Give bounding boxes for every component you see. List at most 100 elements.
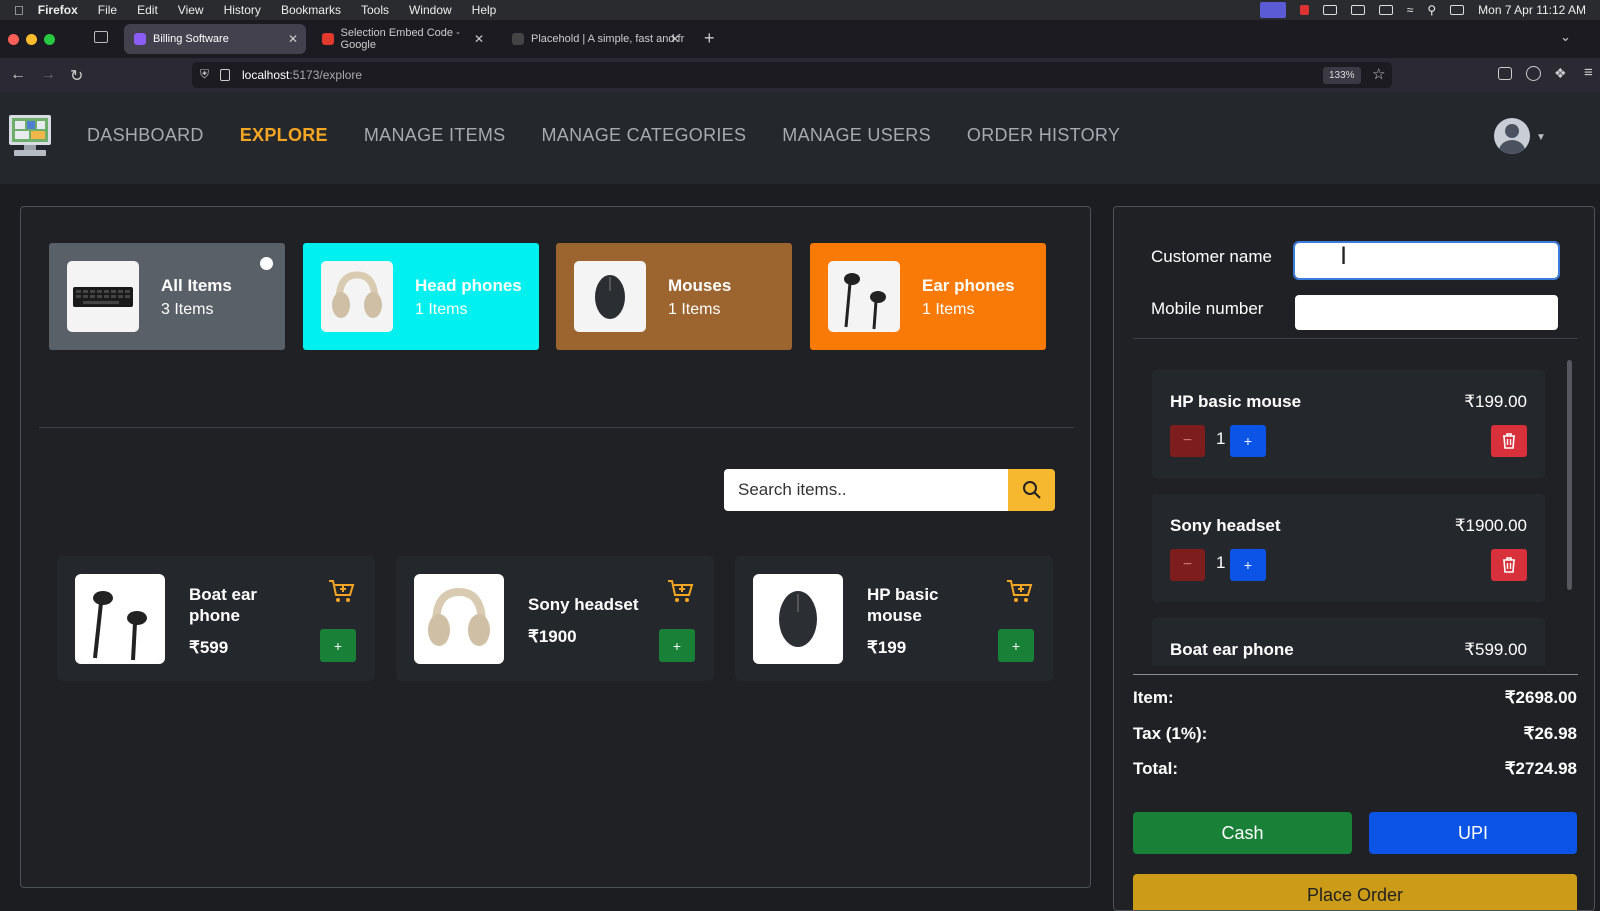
search-input[interactable] <box>724 469 1008 511</box>
browser-tab-placehold[interactable]: Placehold | A simple, fast and fr ✕ <box>502 24 688 54</box>
billing-logo-icon[interactable] <box>8 113 52 157</box>
nav-manage-items[interactable]: MANAGE ITEMS <box>364 125 506 146</box>
record-icon[interactable] <box>1299 5 1309 15</box>
add-item-button[interactable]: + <box>659 629 695 662</box>
forward-icon[interactable]: → <box>40 66 56 84</box>
nav-dashboard[interactable]: DASHBOARD <box>87 125 204 146</box>
menu-file[interactable]: File <box>98 3 117 17</box>
spotlight-icon[interactable]: ⚲ <box>1427 3 1436 17</box>
extensions-icon[interactable]: ❖ <box>1554 65 1567 82</box>
mobile-number-input[interactable] <box>1295 295 1558 330</box>
category-count: 1 Items <box>668 301 721 318</box>
notion-icon[interactable] <box>1350 5 1365 15</box>
increase-qty-button[interactable]: + <box>1230 425 1266 457</box>
place-order-button[interactable]: Place Order <box>1133 874 1577 910</box>
category-card-ear-phones[interactable]: Ear phones 1 Items <box>810 243 1046 350</box>
menu-history[interactable]: History <box>224 3 261 17</box>
menu-bookmarks[interactable]: Bookmarks <box>281 3 341 17</box>
add-to-cart-icon[interactable] <box>1005 578 1033 604</box>
category-card-mouses[interactable]: Mouses 1 Items <box>556 243 792 350</box>
add-to-cart-icon[interactable] <box>666 578 694 604</box>
cash-button[interactable]: Cash <box>1133 812 1352 854</box>
category-count: 1 Items <box>922 301 975 318</box>
zoom-level[interactable]: 133% <box>1323 67 1361 84</box>
browser-tab-billing[interactable]: Billing Software ✕ <box>124 24 306 54</box>
menu-help[interactable]: Help <box>472 3 497 17</box>
cart-items-list[interactable]: HP basic mouse ₹199.00 − 1 + Sony headse… <box>1114 350 1594 666</box>
avatar-dropdown-icon[interactable]: ▼ <box>1536 132 1546 143</box>
nav-manage-users[interactable]: MANAGE USERS <box>782 125 931 146</box>
tab-overview-icon[interactable] <box>94 31 108 43</box>
menu-tools[interactable]: Tools <box>361 3 389 17</box>
favicon-icon <box>512 33 524 45</box>
category-card-all-items[interactable]: All Items 3 Items <box>49 243 285 350</box>
menu-window[interactable]: Window <box>409 3 452 17</box>
battery-icon[interactable] <box>1378 5 1393 15</box>
menu-view[interactable]: View <box>178 3 204 17</box>
category-count: 1 Items <box>415 301 468 318</box>
new-tab-icon[interactable]: + <box>704 28 715 49</box>
window-controls <box>8 33 55 45</box>
item-search <box>724 469 1055 511</box>
menu-app-name[interactable]: Firefox <box>38 3 78 17</box>
menu-icon[interactable]: ≡ <box>1584 64 1593 81</box>
nav-order-history[interactable]: ORDER HISTORY <box>967 125 1120 146</box>
maximize-window-button[interactable] <box>44 33 55 45</box>
item-total-label: Item: <box>1133 688 1174 707</box>
browser-tab-selection[interactable]: Selection Embed Code - Google ✕ <box>312 24 492 54</box>
cart-item-name: Sony headset <box>1170 516 1281 535</box>
close-tab-icon[interactable]: ✕ <box>288 32 298 46</box>
decrease-qty-button[interactable]: − <box>1170 425 1205 457</box>
cloud-icon[interactable] <box>1322 5 1337 15</box>
control-center-icon[interactable] <box>1450 5 1465 15</box>
user-avatar[interactable] <box>1494 118 1530 154</box>
cart-item-price: ₹599.00 <box>1464 640 1527 659</box>
customer-name-label: Customer name <box>1151 247 1272 266</box>
customer-name-input[interactable] <box>1293 241 1560 280</box>
item-name: HP basic mouse <box>867 585 939 625</box>
minimize-window-button[interactable] <box>26 33 37 45</box>
category-name: Ear phones <box>922 276 1015 295</box>
earphones-icon <box>828 261 900 332</box>
explore-panel: All Items 3 Items Head phones 1 Items Mo… <box>20 206 1091 888</box>
item-card-hp-basic-mouse: HP basic mouse ₹199 + <box>735 556 1053 681</box>
nav-explore[interactable]: EXPLORE <box>240 125 328 146</box>
favicon-icon <box>134 33 146 45</box>
search-button[interactable] <box>1008 469 1055 511</box>
close-window-button[interactable] <box>8 33 19 45</box>
mouse-icon <box>574 261 646 332</box>
close-tab-icon[interactable]: ✕ <box>670 32 680 46</box>
tab-list-chevron-icon[interactable]: ⌄ <box>1560 29 1571 45</box>
avatar-body <box>1499 140 1525 154</box>
cart-item-qty: 1 <box>1216 553 1226 572</box>
bookmark-star-icon[interactable]: ☆ <box>1372 65 1385 83</box>
cart-scrollbar[interactable] <box>1567 360 1572 590</box>
remove-item-button[interactable] <box>1491 425 1527 457</box>
category-card-head-phones[interactable]: Head phones 1 Items <box>303 243 539 350</box>
reload-icon[interactable]: ↻ <box>70 66 83 86</box>
account-icon[interactable] <box>1526 66 1541 81</box>
decrease-qty-button[interactable]: − <box>1170 549 1205 581</box>
url-field[interactable]: ⛨ localhost:5173/explore <box>192 62 1392 88</box>
increase-qty-button[interactable]: + <box>1230 549 1266 581</box>
pocket-icon[interactable] <box>1498 67 1512 80</box>
section-divider <box>39 427 1074 428</box>
shield-icon[interactable]: ⛨ <box>200 67 209 82</box>
remove-item-button[interactable] <box>1491 549 1527 581</box>
keyboard-icon <box>67 261 139 332</box>
os-menubar:  Firefox File Edit View History Bookmar… <box>0 0 1600 20</box>
add-to-cart-icon[interactable] <box>327 578 355 604</box>
add-item-button[interactable]: + <box>998 629 1034 662</box>
add-item-button[interactable]: + <box>320 629 356 662</box>
nav-manage-categories[interactable]: MANAGE CATEGORIES <box>541 125 746 146</box>
apple-icon[interactable]:  <box>14 3 24 18</box>
screen-share-icon[interactable] <box>1259 2 1286 18</box>
menu-edit[interactable]: Edit <box>137 3 158 17</box>
back-icon[interactable]: ← <box>10 66 26 84</box>
close-tab-icon[interactable]: ✕ <box>474 32 484 46</box>
wifi-icon[interactable]: ≈ <box>1407 3 1414 17</box>
upi-button[interactable]: UPI <box>1369 812 1577 854</box>
category-count: 3 Items <box>161 301 214 318</box>
main-nav: DASHBOARD EXPLORE MANAGE ITEMS MANAGE CA… <box>87 125 1120 146</box>
clock[interactable]: Mon 7 Apr 11:12 AM <box>1478 3 1586 17</box>
